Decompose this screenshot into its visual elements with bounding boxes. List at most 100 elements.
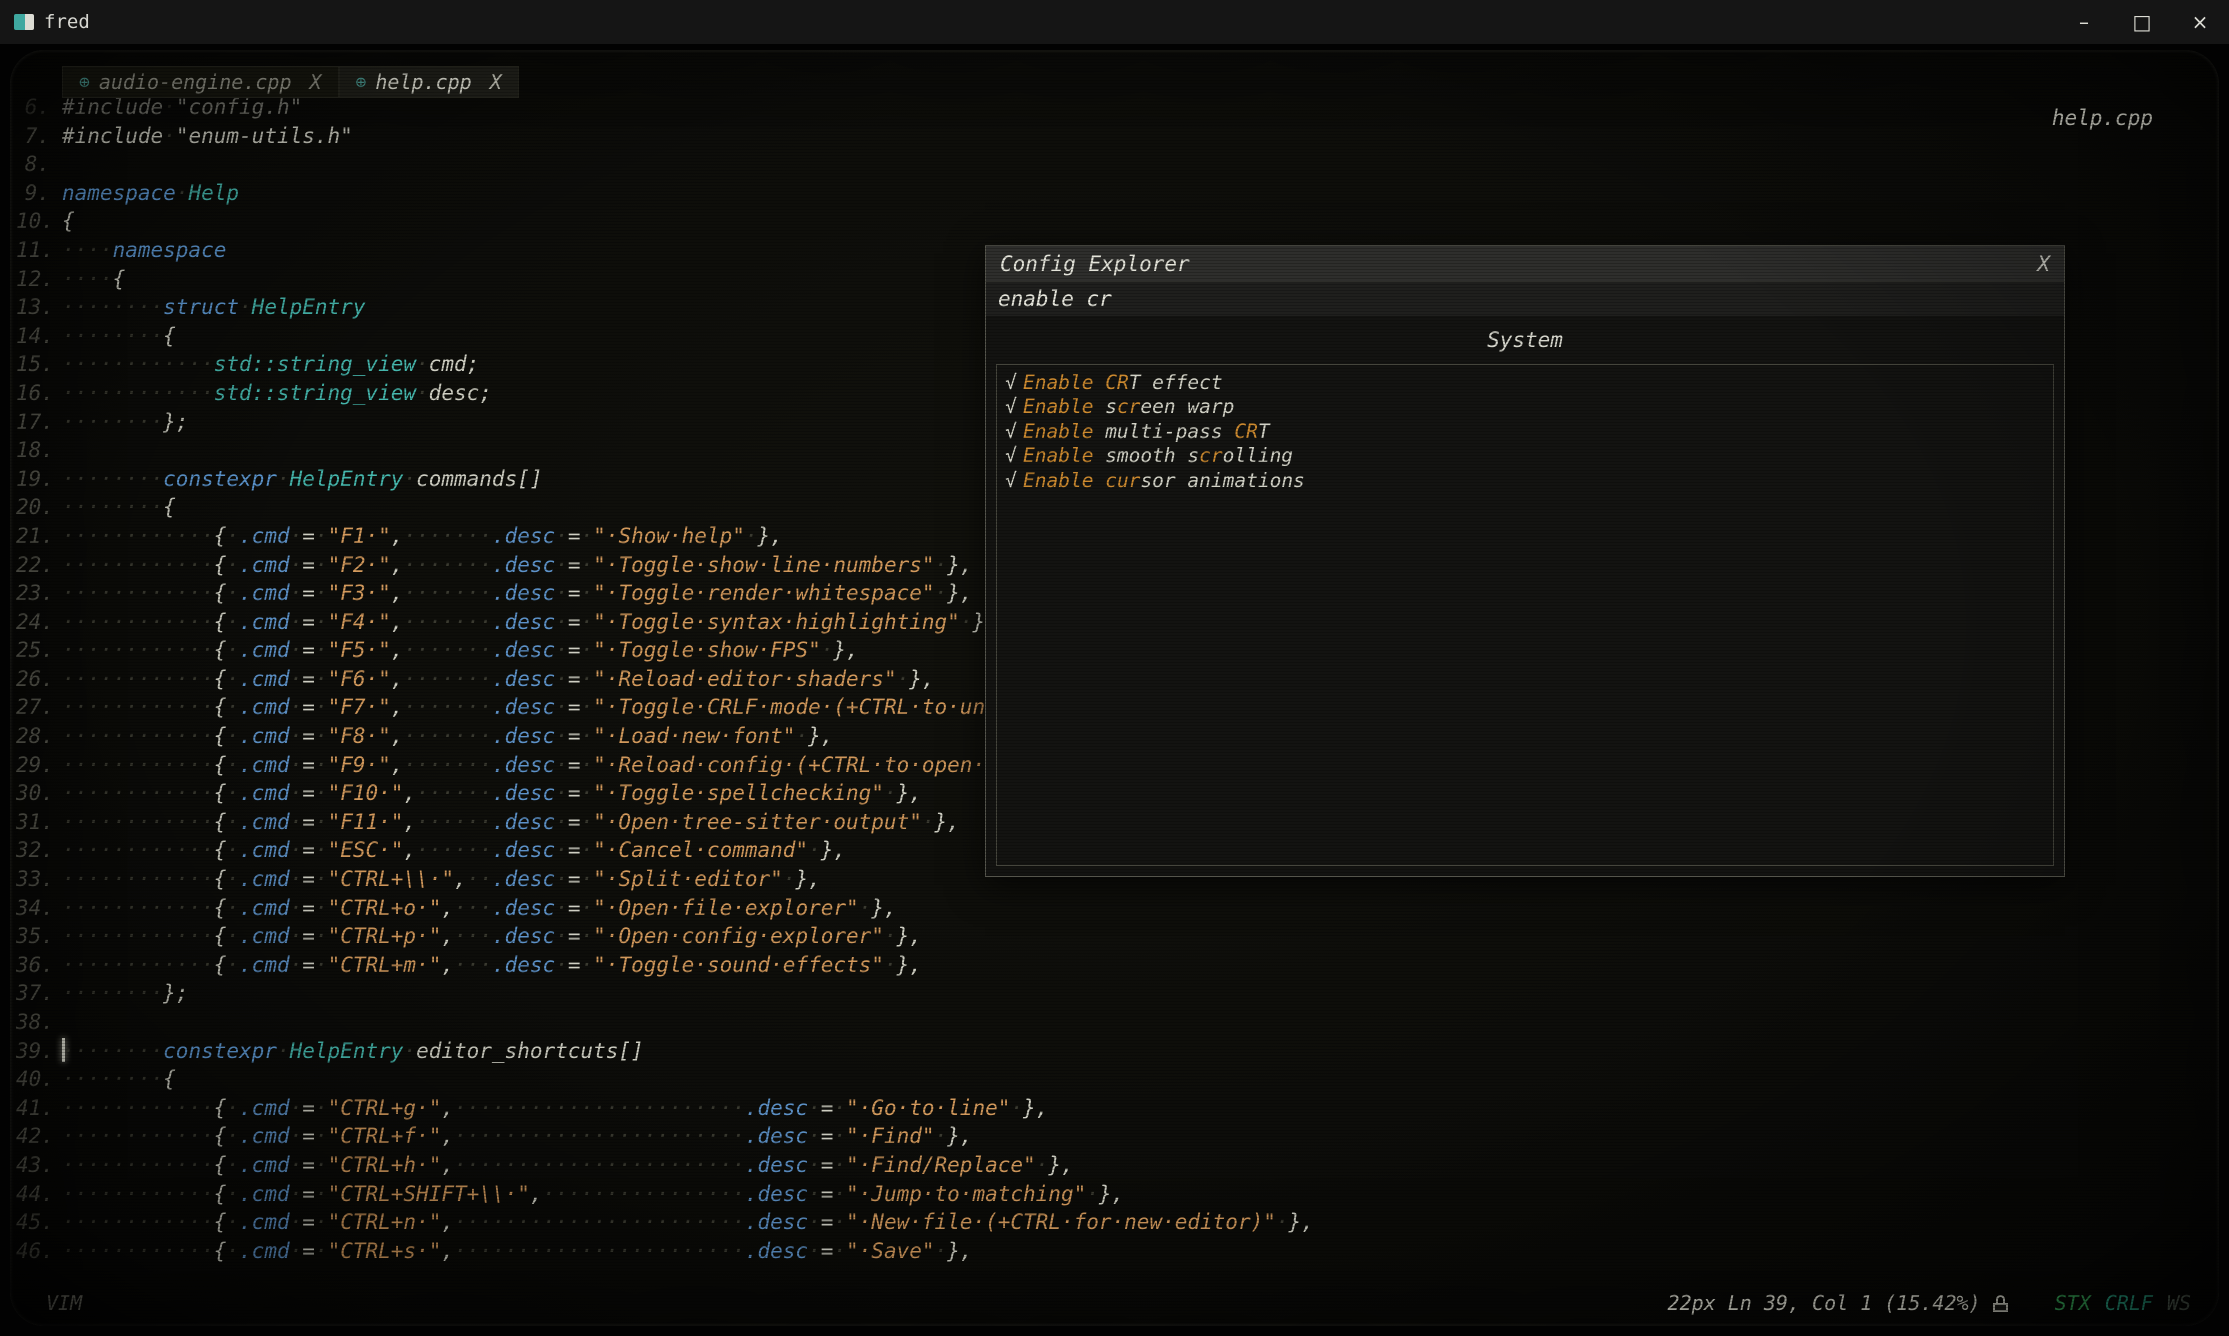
code-line[interactable]: 34.············{·.cmd·=·"CTRL+o·",···.de…	[16, 894, 2207, 923]
code-line[interactable]: 37.········};	[16, 979, 2207, 1008]
code-line[interactable]: 9.namespace·Help	[16, 179, 2207, 208]
code-token: "·Split·editor"	[593, 867, 783, 891]
line-number: 38.	[16, 1008, 62, 1037]
status-flag-ws: WS	[2167, 1291, 2191, 1315]
line-number: 42.	[16, 1122, 62, 1151]
code-token: ,	[391, 524, 404, 548]
code-token: {	[113, 267, 126, 291]
checkbox-checked-icon[interactable]: √	[999, 420, 1023, 443]
config-explorer-titlebar[interactable]: Config Explorer X	[986, 246, 2064, 282]
code-token: ············	[62, 1096, 214, 1120]
tab-help-cpp[interactable]: ⊕help.cppX	[339, 66, 519, 98]
code-token: .cmd	[239, 1153, 290, 1177]
line-number: 40.	[16, 1065, 62, 1094]
code-token: ·	[163, 124, 176, 148]
config-explorer-close-button[interactable]: X	[2037, 252, 2050, 276]
config-item[interactable]: √Enable smooth scrolling	[999, 444, 2051, 469]
code-token: "·Toggle·sound·effects"	[593, 953, 884, 977]
code-token: ·······················	[454, 1096, 745, 1120]
code-token: ,	[391, 695, 404, 719]
code-token: "·Toggle·show·FPS"	[593, 638, 821, 662]
code-token: ·	[226, 638, 239, 662]
code-line[interactable]: 42.············{·.cmd·=·"CTRL+f·",······…	[16, 1122, 2207, 1151]
line-number: 26.	[16, 665, 62, 694]
config-item-label: Enable screen warp	[1023, 395, 1234, 418]
tab-close-button[interactable]: X	[310, 70, 322, 94]
code-token: =	[568, 953, 581, 977]
code-token: ·	[226, 838, 239, 862]
config-search-input[interactable]	[998, 287, 2052, 311]
code-line[interactable]: 7.#include·"enum-utils.h"	[16, 122, 2207, 151]
code-token: ·	[833, 1182, 846, 1206]
code-line[interactable]: 10.{	[16, 207, 2207, 236]
code-token: ·······	[403, 753, 492, 777]
code-token: "CTRL+\\·"	[328, 867, 454, 891]
tab-audio-engine-cpp[interactable]: ⊕audio-engine.cppX	[62, 66, 339, 98]
crt-screen: ⊕audio-engine.cppX⊕help.cppX help.cpp 6.…	[10, 50, 2219, 1326]
code-token: ,	[403, 838, 416, 862]
code-token: ·	[315, 838, 328, 862]
config-item[interactable]: √Enable screen warp	[999, 395, 2051, 420]
code-line[interactable]: 44.············{·.cmd·=·"CTRL+SHIFT+\\·"…	[16, 1180, 2207, 1209]
code-token: #include	[62, 95, 163, 119]
code-token: },	[1048, 1153, 1073, 1177]
code-token: .cmd	[239, 1096, 290, 1120]
code-token: },	[1023, 1096, 1048, 1120]
code-token: ·	[808, 1096, 821, 1120]
code-line[interactable]: 43.············{·.cmd·=·"CTRL+h·",······…	[16, 1151, 2207, 1180]
code-token: .desc	[492, 810, 555, 834]
code-line[interactable]: 41.············{·.cmd·=·"CTRL+g·",······…	[16, 1094, 2207, 1123]
code-token: {	[214, 1096, 227, 1120]
line-number: 19.	[16, 465, 62, 494]
code-token: ············	[62, 781, 214, 805]
code-token: {	[214, 753, 227, 777]
code-token: .desc	[492, 524, 555, 548]
line-text: ············{·.cmd·=·"CTRL+s·",·········…	[62, 1237, 972, 1266]
code-line[interactable]: 8.	[16, 150, 2207, 179]
code-token: .cmd	[239, 724, 290, 748]
code-token: ,	[391, 581, 404, 605]
code-token: ············	[62, 1124, 214, 1148]
code-token: };	[163, 981, 188, 1005]
line-number: 27.	[16, 693, 62, 722]
code-token: ·	[315, 1210, 328, 1234]
checkbox-checked-icon[interactable]: √	[999, 371, 1023, 394]
code-line[interactable]: 40.········{	[16, 1065, 2207, 1094]
code-line[interactable]: 38.	[16, 1008, 2207, 1037]
code-token: "CTRL+g·"	[328, 1096, 442, 1120]
code-line[interactable]: 35.············{·.cmd·=·"CTRL+p·",···.de…	[16, 922, 2207, 951]
code-token: },	[1099, 1182, 1124, 1206]
window-title: fred	[44, 11, 90, 33]
checkbox-checked-icon[interactable]: √	[999, 469, 1023, 492]
code-token: ············	[62, 1182, 214, 1206]
code-token: ············	[62, 524, 214, 548]
code-token: "F10·"	[328, 781, 404, 805]
checkbox-checked-icon[interactable]: √	[999, 395, 1023, 418]
code-token: "F11·"	[328, 810, 404, 834]
code-token: ············	[62, 838, 214, 862]
code-token: {	[62, 209, 75, 233]
code-token: "·Find/Replace"	[846, 1153, 1036, 1177]
maximize-button[interactable]: □	[2113, 0, 2171, 44]
line-number: 22.	[16, 551, 62, 580]
code-line[interactable]: 36.············{·.cmd·=·"CTRL+m·",···.de…	[16, 951, 2207, 980]
tab-close-button[interactable]: X	[490, 70, 502, 94]
code-token: constexpr	[163, 467, 277, 491]
close-button[interactable]: ×	[2171, 0, 2229, 44]
line-number: 6.	[16, 93, 62, 122]
code-line[interactable]: 39.········constexpr·HelpEntry·editor_sh…	[16, 1037, 2207, 1066]
code-token: "·Toggle·render·whitespace"	[593, 581, 934, 605]
config-item-text: Enable	[1023, 395, 1093, 418]
config-explorer-title: Config Explorer	[1000, 252, 1190, 276]
minimize-button[interactable]: –	[2055, 0, 2113, 44]
code-token: std::string_view	[214, 381, 416, 405]
checkbox-checked-icon[interactable]: √	[999, 444, 1023, 467]
config-item[interactable]: √Enable multi-pass CRT	[999, 419, 2051, 444]
config-item[interactable]: √Enable CRT effect	[999, 370, 2051, 395]
config-item[interactable]: √Enable cursor animations	[999, 468, 2051, 493]
code-token: #include	[62, 124, 163, 148]
line-number: 17.	[16, 408, 62, 437]
code-line[interactable]: 45.············{·.cmd·=·"CTRL+n·",······…	[16, 1208, 2207, 1237]
code-line[interactable]: 46.············{·.cmd·=·"CTRL+s·",······…	[16, 1237, 2207, 1266]
code-token: ·	[580, 781, 593, 805]
